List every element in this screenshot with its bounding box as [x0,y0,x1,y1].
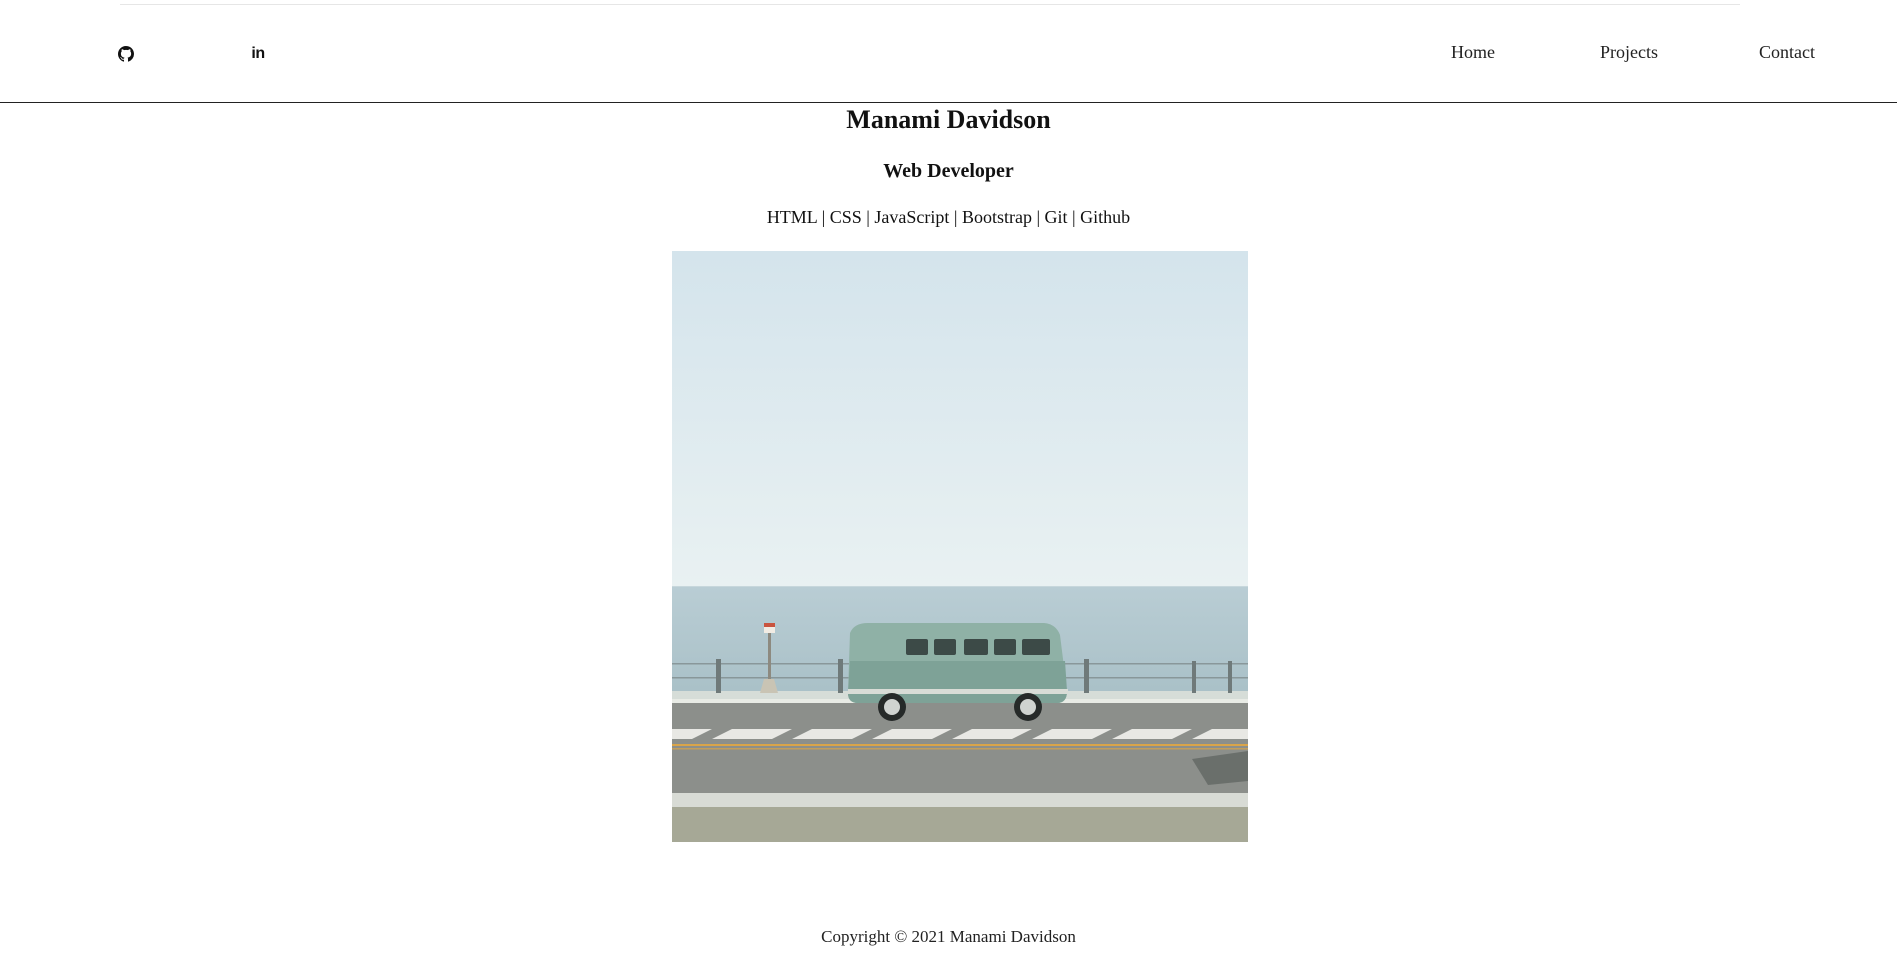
nav-home[interactable]: Home [1451,42,1495,63]
site-header: in Home Projects Contact [0,0,1897,103]
linkedin-link[interactable]: in [248,44,268,64]
job-title: Web Developer [883,160,1014,182]
github-icon [118,46,134,62]
hero-photo [672,251,1248,842]
nav-projects[interactable]: Projects [1600,42,1658,63]
copyright-text: Copyright © 2021 Manami Davidson [821,927,1076,946]
nav-contact[interactable]: Contact [1759,42,1815,63]
linkedin-icon: in [251,45,265,62]
site-footer: Copyright © 2021 Manami Davidson [0,926,1897,948]
github-link[interactable] [116,44,136,64]
page-title: Manami Davidson [846,105,1051,134]
skills-list: HTML | CSS | JavaScript | Bootstrap | Gi… [766,207,1131,227]
